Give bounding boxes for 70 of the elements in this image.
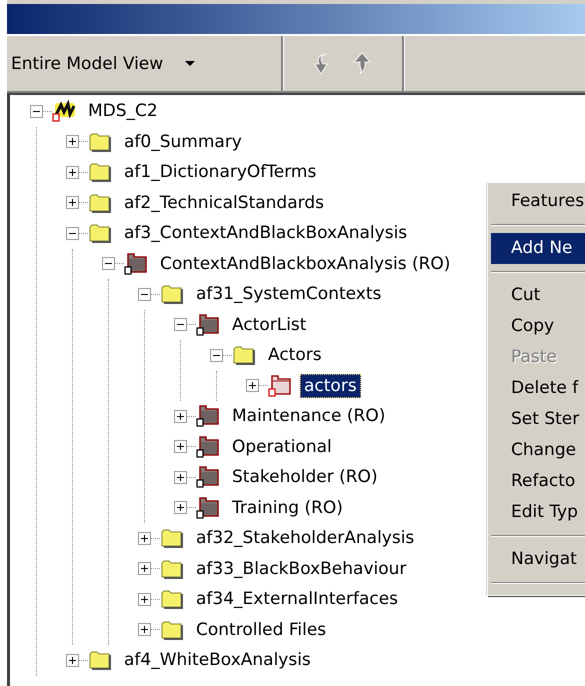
menu-item[interactable]: Cut [491, 280, 585, 311]
folder-icon [160, 588, 184, 610]
expand-icon[interactable] [138, 562, 151, 576]
folder-icon [88, 649, 112, 672]
menu-item[interactable]: Refacto [491, 466, 585, 497]
tree-item[interactable]: Stakeholder (RO) [228, 465, 382, 490]
tree-item[interactable]: af3_ContextAndBlackBoxAnalysis [120, 221, 412, 246]
folder-icon [160, 527, 184, 550]
package-icon [196, 496, 220, 519]
expand-icon[interactable] [66, 654, 79, 667]
tree-item[interactable]: actors [300, 374, 361, 398]
folder-icon [88, 130, 112, 153]
menu-item[interactable]: Navigat [491, 544, 585, 575]
collapse-icon[interactable] [138, 288, 151, 301]
tree-item[interactable]: ContextAndBlackboxAnalysis (RO) [156, 252, 454, 276]
dropdown-caret-icon [185, 60, 196, 66]
collapse-icon[interactable] [66, 226, 79, 240]
expand-icon[interactable] [66, 196, 79, 210]
expand-icon[interactable] [66, 135, 79, 148]
folder-icon [232, 344, 256, 366]
view-dropdown[interactable]: Entire Model View [7, 36, 283, 91]
tree-item[interactable]: MDS_C2 [84, 99, 162, 124]
collapse-icon[interactable] [30, 104, 43, 118]
menu-item[interactable]: Copy [491, 311, 585, 342]
tree-item[interactable]: af32_StakeholderAnalysis [192, 526, 418, 550]
model-icon [52, 100, 76, 122]
collapse-icon[interactable] [210, 348, 223, 362]
tree-item[interactable]: af31_SystemContexts [192, 282, 386, 306]
menu-item[interactable]: Delete f [491, 373, 585, 404]
tree-item[interactable]: Training (RO) [228, 496, 347, 520]
tree-item[interactable]: Maintenance (RO) [228, 404, 390, 428]
tree-item[interactable]: Controlled Files [192, 618, 330, 642]
expand-icon[interactable] [174, 470, 187, 484]
expand-icon[interactable] [138, 592, 151, 606]
menu-item[interactable]: Edit Typ [491, 497, 585, 528]
expand-icon[interactable] [174, 440, 187, 454]
menu-item[interactable]: Change [491, 435, 585, 466]
expand-icon[interactable] [66, 166, 79, 179]
tree-item[interactable]: af1_DictionaryOfTerms [120, 160, 320, 184]
package-icon [196, 314, 220, 336]
tree-item[interactable]: ActorList [228, 312, 310, 337]
tree-item[interactable]: af33_BlackBoxBehaviour [192, 556, 410, 581]
tree-item[interactable]: af0_Summary [120, 130, 246, 154]
menu-item[interactable]: Add Ne [491, 233, 585, 264]
expand-icon[interactable] [138, 532, 151, 545]
folder-icon [160, 283, 184, 306]
package-icon [124, 252, 148, 275]
expand-icon[interactable] [174, 501, 187, 514]
expand-icon[interactable] [174, 410, 187, 423]
package-icon [196, 405, 220, 428]
tree-item[interactable]: af34_ExternalInterfaces [192, 587, 402, 612]
expand-icon[interactable] [246, 379, 259, 392]
folder-icon [88, 192, 112, 214]
package-icon [196, 466, 220, 488]
tree-item[interactable]: af2_TechnicalStandards [120, 190, 328, 215]
folder-icon [160, 558, 184, 580]
collapse-icon[interactable] [174, 318, 187, 332]
collapse-icon[interactable] [102, 257, 115, 270]
menu-item[interactable]: Set Ster [491, 404, 585, 435]
menu-item[interactable]: Features [491, 186, 585, 217]
expand-icon[interactable] [138, 623, 151, 636]
folder-icon [160, 618, 184, 641]
package-icon [196, 436, 220, 458]
up-arrow-icon [352, 52, 372, 76]
folder-icon [88, 222, 112, 244]
tree-item[interactable]: Operational [228, 434, 336, 459]
tree-item[interactable]: Actors [264, 343, 326, 368]
package-icon [268, 374, 292, 397]
tree-item[interactable]: af4_WhiteBoxAnalysis [120, 648, 315, 672]
folder-icon [88, 161, 112, 184]
